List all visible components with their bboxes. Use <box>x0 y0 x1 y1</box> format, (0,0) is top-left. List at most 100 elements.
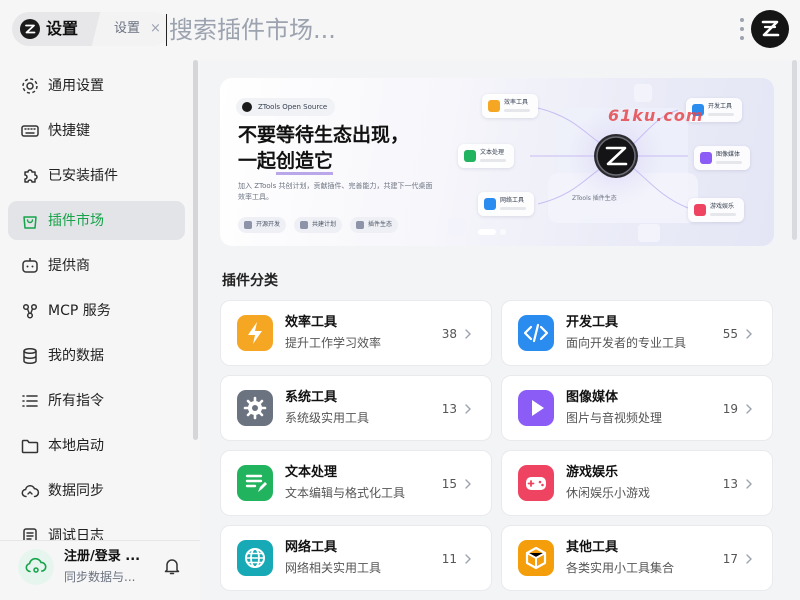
chevron-right-icon <box>463 326 473 342</box>
bell-icon[interactable] <box>162 556 182 576</box>
category-count: 11 <box>441 552 457 566</box>
category-title: 图像媒体 <box>566 390 619 405</box>
mcp-icon <box>20 301 40 321</box>
category-card-efficiency[interactable]: 效率工具 提升工作学习效率 38 <box>220 300 492 366</box>
category-card-dev[interactable]: 开发工具 面向开发者的专业工具 55 <box>501 300 773 366</box>
bot-icon <box>20 256 40 276</box>
category-count: 13 <box>722 477 738 491</box>
keyboard-icon <box>20 121 40 141</box>
category-title: 文本处理 <box>285 465 338 480</box>
banner-chip: 插件生态 <box>350 217 399 233</box>
box-icon <box>518 540 554 576</box>
category-card-text[interactable]: 文本处理 文本编辑与格式化工具 15 <box>220 450 492 516</box>
category-card-other[interactable]: 其他工具 各类实用小工具集合 17 <box>501 525 773 591</box>
watermark: 61ku.com <box>608 106 704 125</box>
chevron-right-icon <box>463 401 473 417</box>
category-count: 38 <box>441 327 457 341</box>
banner-chip-label: 插件生态 <box>368 221 393 228</box>
chevron-right-icon <box>463 551 473 567</box>
sidebar-item-data[interactable]: 我的数据 <box>8 336 185 375</box>
category-title: 系统工具 <box>285 390 338 405</box>
gear-icon <box>20 76 40 96</box>
sidebar-item-sync[interactable]: 数据同步 <box>8 471 185 510</box>
banner-chip: 开源开发 <box>238 217 287 233</box>
database-icon <box>20 346 40 366</box>
category-card-network[interactable]: 网络工具 网络相关实用工具 11 <box>220 525 492 591</box>
code-icon <box>518 315 554 351</box>
category-card-games[interactable]: 游戏娱乐 休闲娱乐小游戏 13 <box>501 450 773 516</box>
play-icon <box>700 152 712 164</box>
top-bar: 设置 设置 × <box>0 0 800 60</box>
banner-badge: ZTools Open Source <box>236 98 336 116</box>
settings-tab[interactable]: 设置 × <box>104 12 170 46</box>
folder-icon <box>20 436 40 456</box>
sidebar-item-commands[interactable]: 所有指令 <box>8 381 185 420</box>
banner-node: 图像媒体 <box>694 146 750 170</box>
more-options-icon[interactable] <box>738 18 746 42</box>
sidebar-item-label: 本地启动 <box>48 438 104 454</box>
category-count: 15 <box>441 477 457 491</box>
banner-node-label: 游戏娱乐 <box>710 203 735 210</box>
category-card-media[interactable]: 图像媒体 图片与音视频处理 19 <box>501 375 773 441</box>
sidebar-item-installed[interactable]: 已安装插件 <box>8 156 185 195</box>
app-name: 设置 <box>46 19 79 38</box>
code-icon <box>244 221 252 229</box>
gamepad-icon <box>518 465 554 501</box>
category-title: 网络工具 <box>285 540 338 555</box>
main-scrollbar[interactable] <box>792 60 797 240</box>
banner-chip-label: 开源开发 <box>256 221 281 228</box>
banner-node-label: 网络工具 <box>500 197 525 204</box>
search-input[interactable] <box>166 14 706 46</box>
banner-node: 文本处理 <box>458 144 514 168</box>
category-desc: 系统级实用工具 <box>285 411 370 425</box>
sidebar-item-label: MCP 服务 <box>48 303 111 319</box>
shopping-bag-icon <box>20 211 40 231</box>
category-card-system[interactable]: 系统工具 系统级实用工具 13 <box>220 375 492 441</box>
banner-title-highlight: 创造它 <box>276 150 334 175</box>
gear-icon <box>237 390 273 426</box>
users-icon <box>300 221 308 229</box>
category-title: 开发工具 <box>566 315 619 330</box>
banner-chip: 共建计划 <box>294 217 343 233</box>
lightning-icon <box>237 315 273 351</box>
user-name[interactable]: 注册/登录 ... <box>64 549 144 565</box>
sidebar-item-label: 数据同步 <box>48 483 104 499</box>
banner-node-label: 效率工具 <box>504 99 529 106</box>
category-count: 19 <box>722 402 738 416</box>
globe-icon <box>484 198 496 210</box>
settings-tab-label: 设置 <box>114 21 141 36</box>
sidebar-item-shortcuts[interactable]: 快捷键 <box>8 111 185 150</box>
sidebar-item-market[interactable]: 插件市场 <box>8 201 185 240</box>
banner-title-line1: 不要等待生态出现， <box>238 124 410 146</box>
sidebar-item-providers[interactable]: 提供商 <box>8 246 185 285</box>
category-count: 17 <box>722 552 738 566</box>
sidebar-item-label: 我的数据 <box>48 348 104 364</box>
app-switcher[interactable]: 设置 设置 × <box>12 12 170 46</box>
banner-core-label: ZTools 插件生态 <box>572 195 617 202</box>
sidebar-item-mcp[interactable]: MCP 服务 <box>8 291 185 330</box>
banner-chip-label: 共建计划 <box>312 221 337 228</box>
promo-banner[interactable]: ZTools Open Source 不要等待生态出现， 一起创造它 加入 ZT… <box>220 78 774 246</box>
chevron-right-icon <box>744 476 754 492</box>
ztools-logo-icon <box>20 19 40 39</box>
category-desc: 休闲娱乐小游戏 <box>566 486 651 500</box>
sidebar-scrollbar[interactable] <box>193 60 198 440</box>
sidebar-item-local-launch[interactable]: 本地启动 <box>8 426 185 465</box>
category-desc: 文本编辑与格式化工具 <box>285 486 406 500</box>
avatar[interactable] <box>751 10 789 48</box>
carousel-indicator[interactable] <box>478 229 518 235</box>
sidebar-item-label: 通用设置 <box>48 78 104 94</box>
puzzle-icon <box>20 166 40 186</box>
category-desc: 网络相关实用工具 <box>285 561 382 575</box>
user-avatar[interactable] <box>18 549 54 585</box>
globe-icon <box>237 540 273 576</box>
user-panel: 注册/登录 ... 同步数据与... <box>0 540 200 600</box>
main-content: ZTools Open Source 不要等待生态出现， 一起创造它 加入 ZT… <box>200 60 800 600</box>
category-desc: 提升工作学习效率 <box>285 336 382 350</box>
banner-node: 网络工具 <box>478 192 534 216</box>
lightning-icon <box>488 100 500 112</box>
sidebar-item-general[interactable]: 通用设置 <box>8 66 185 105</box>
banner-title-line2: 一起创造它 <box>238 148 334 175</box>
close-tab-icon[interactable]: × <box>150 21 161 37</box>
chevron-right-icon <box>463 476 473 492</box>
